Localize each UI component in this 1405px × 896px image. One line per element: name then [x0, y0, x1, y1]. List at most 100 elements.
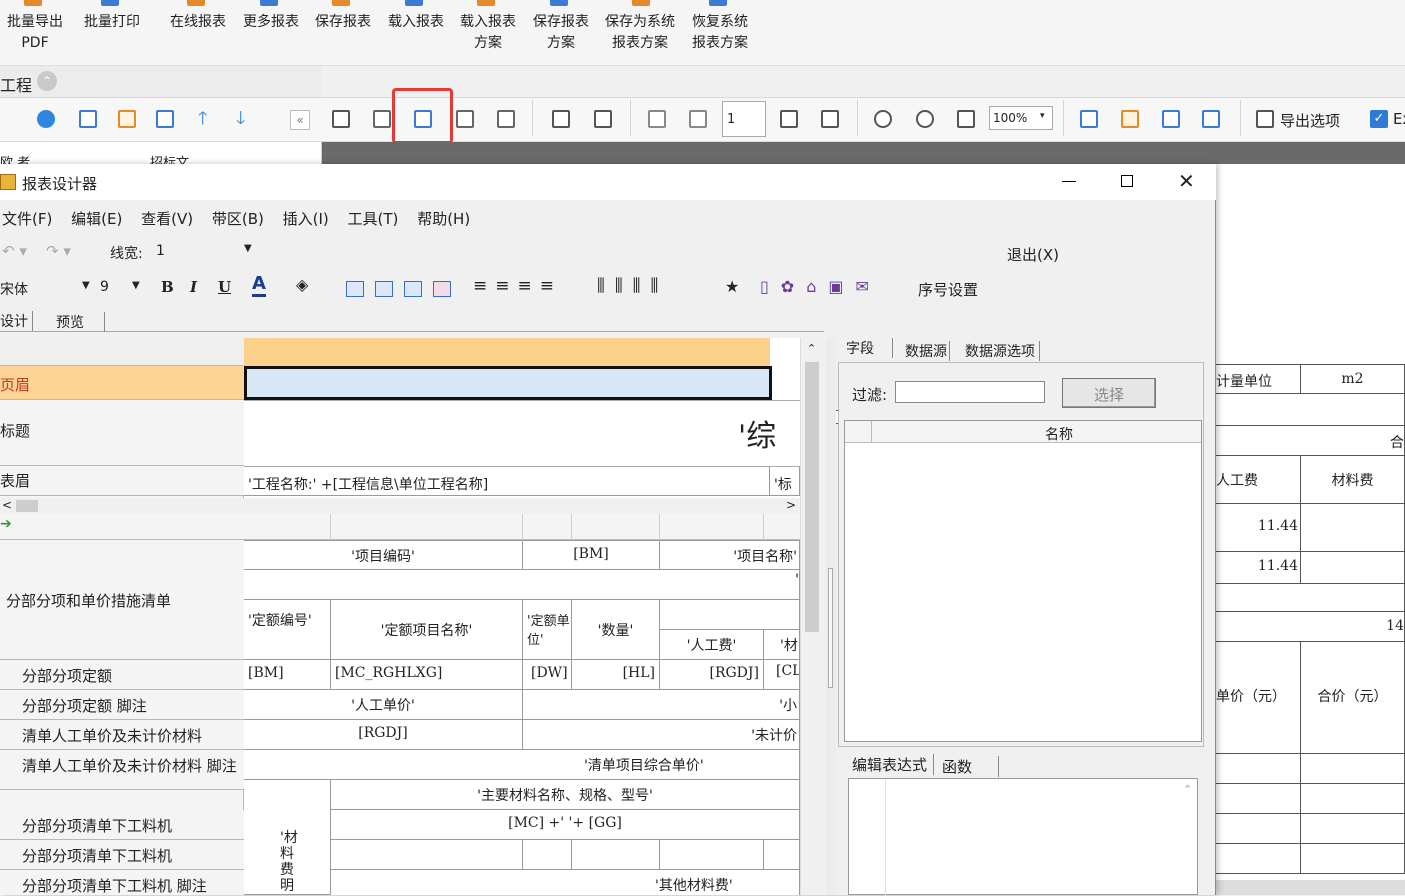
add-folder-icon[interactable] [118, 110, 136, 128]
cell-d-dw[interactable]: [DW] [523, 660, 572, 690]
cell-mat-partial[interactable]: '材 [764, 630, 800, 660]
cell-main-mat[interactable]: '主要材料名称、规格、型号' [331, 780, 800, 810]
move-up-icon[interactable]: 🡑 [198, 106, 207, 136]
checkbox-ex[interactable]: ✓ [1370, 110, 1388, 128]
menu-view[interactable]: 查看(V) [141, 210, 193, 228]
cell-mat-b[interactable] [523, 840, 572, 870]
fit-width-icon[interactable] [957, 110, 975, 128]
cell-mc-gg[interactable]: [MC] +' '+ [GG] [331, 810, 800, 840]
export-file-icon[interactable] [1162, 110, 1180, 128]
tab-preview[interactable]: 预览 [56, 312, 105, 332]
underline-button[interactable]: U [218, 278, 231, 296]
report-design-icon[interactable] [414, 110, 432, 128]
cell-mat-e[interactable] [764, 840, 800, 870]
font-color-button[interactable]: A [252, 274, 266, 297]
export-pdf-icon[interactable] [1202, 110, 1220, 128]
minimize-icon[interactable] [1062, 181, 1076, 182]
band-materials-1[interactable]: 分部分项清单下工料机 [0, 810, 244, 840]
collapse-icon[interactable]: ⌃ [37, 71, 57, 91]
header-left-cell[interactable]: '工程名称:' +[工程信息\单位工程名称] [244, 466, 770, 496]
edit-table-icon[interactable] [497, 110, 515, 128]
expression-editor[interactable]: ⌃ [848, 778, 1198, 896]
ribbon-button-0[interactable]: 批量导出 PDF [2, 0, 68, 60]
cell-d-name[interactable]: [MC_RGHLXG] [331, 660, 523, 690]
tab-design[interactable]: 设计 [0, 311, 33, 331]
header-right-cell[interactable]: '标 [770, 466, 800, 496]
tab-edit-expression[interactable]: 编辑表达式 [852, 754, 935, 775]
cell-format-icon[interactable] [404, 281, 422, 297]
zoom-out-icon[interactable] [916, 110, 934, 128]
font-size-select[interactable]: 9 ▼ [96, 276, 142, 298]
cell-format-icon[interactable] [346, 281, 364, 297]
close-icon[interactable]: ✕ [1178, 169, 1195, 193]
menu-edit[interactable]: 编辑(E) [71, 210, 122, 228]
zoom-in-icon[interactable] [874, 110, 892, 128]
cell-mat-detail[interactable]: '材料费明 [244, 780, 331, 895]
first-page-icon[interactable] [648, 110, 666, 128]
export-word-icon[interactable] [1121, 110, 1139, 128]
band-table-header[interactable]: 表眉 [0, 466, 244, 496]
seq-setting-button[interactable]: 序号设置 [918, 279, 978, 300]
export-options-label[interactable]: 导出选项 [1280, 110, 1340, 131]
menu-help[interactable]: 帮助(H) [417, 210, 470, 228]
cell-labor-price[interactable]: '人工单价' [244, 690, 523, 720]
move-down-icon[interactable]: 🡓 [236, 106, 245, 136]
scroll-thumb[interactable] [805, 362, 819, 632]
cell-quote[interactable]: ' [244, 570, 800, 600]
ribbon-button-2[interactable]: 在线报表 [165, 0, 231, 60]
cell-quantity[interactable]: '数量' [572, 600, 660, 660]
cell-labor-top[interactable] [660, 600, 800, 630]
page-number-input[interactable]: 1 [722, 101, 766, 137]
canvas-hscroll[interactable]: < > [0, 498, 800, 514]
panel-splitter[interactable] [826, 338, 836, 895]
print-icon[interactable] [332, 110, 350, 128]
menu-band[interactable]: 带区(B) [212, 210, 264, 228]
edit-icon[interactable] [373, 110, 391, 128]
scroll-up-icon[interactable]: ⌃ [1183, 783, 1192, 796]
band-labor-unpriced-footer[interactable]: 清单人工单价及未计价材料 脚注 [0, 750, 244, 790]
cell-mat-c[interactable] [572, 840, 660, 870]
down-arrow-circle-icon[interactable] [37, 110, 55, 128]
menu-insert[interactable]: 插入(I) [283, 210, 329, 228]
band-quota[interactable]: 分部分项定额 [0, 660, 244, 690]
prev-page-icon[interactable] [689, 110, 707, 128]
fill-color-icon[interactable]: ◈ [296, 275, 308, 294]
font-name-select[interactable]: 宋体 ▼ [0, 276, 92, 298]
delete-icon[interactable] [156, 110, 174, 128]
cell-item-code[interactable]: '项目编码' [244, 540, 523, 570]
ribbon-button-3[interactable]: 更多报表 [238, 0, 304, 60]
undo-icon[interactable]: ↶ ▾ [2, 242, 27, 260]
tab-data-source[interactable]: 数据源 [905, 341, 950, 361]
cell-d-bm[interactable]: [BM] [244, 660, 331, 690]
cell-quota-name[interactable]: '定额项目名称' [331, 600, 523, 660]
cell-d-cl[interactable]: [CL [764, 660, 800, 690]
canvas-vscroll[interactable]: ⌃ [800, 338, 824, 895]
exit-button[interactable]: 退出(X) [1007, 244, 1059, 265]
scroll-left-icon[interactable]: < [2, 498, 12, 512]
ribbon-button-1[interactable]: 批量打印 [79, 0, 145, 60]
cell-d-rgdj[interactable]: [RGDJ] [660, 660, 764, 690]
ribbon-button-8[interactable]: 保存为系统 报表方案 [600, 0, 680, 60]
cell-other-mat[interactable]: '其他材料费' [331, 870, 800, 895]
last-page-icon[interactable] [821, 110, 839, 128]
line-width-select[interactable]: 1 ▼ [152, 240, 256, 262]
cell-quota-no[interactable]: '定额编号' [244, 600, 331, 660]
menu-file[interactable]: 文件(F) [2, 210, 52, 228]
tab-fields[interactable]: 字段 [846, 338, 893, 358]
tab-data-source-options[interactable]: 数据源选项 [965, 341, 1040, 361]
edit-document-icon[interactable] [456, 110, 474, 128]
page-icon[interactable] [552, 110, 570, 128]
cell-d-hl[interactable]: [HL] [572, 660, 660, 690]
band-labor-unpriced[interactable]: 清单人工单价及未计价材料 [0, 720, 244, 750]
insert-icons[interactable]: ▯✿⌂▣✉ [760, 277, 881, 296]
cell-labor-fee[interactable]: '人工费' [660, 630, 764, 660]
redo-icon[interactable]: ↷ ▾ [46, 242, 71, 260]
scroll-up-icon[interactable]: ⌃ [807, 342, 816, 355]
cell-item-name[interactable]: '项目名称' [660, 540, 800, 570]
ribbon-button-5[interactable]: 载入报表 [383, 0, 449, 60]
add-file-icon[interactable] [79, 110, 97, 128]
next-page-icon[interactable] [780, 110, 798, 128]
title-cell[interactable]: '综 [244, 400, 800, 466]
band-title[interactable]: 标题 [0, 400, 244, 466]
cell-mat-a[interactable] [331, 840, 523, 870]
